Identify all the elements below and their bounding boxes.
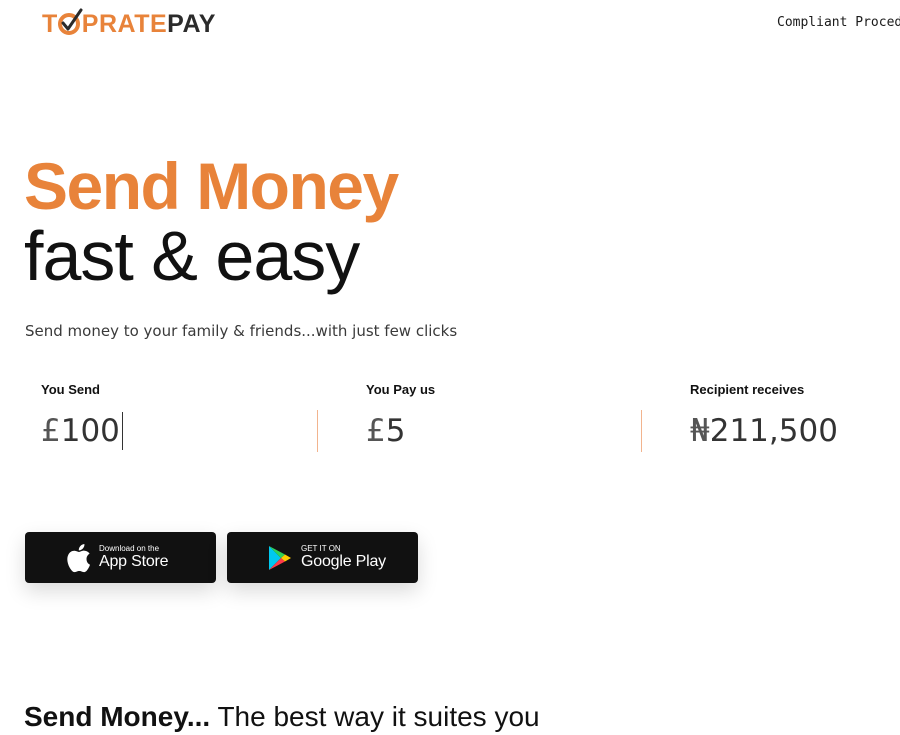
nav-link-compliant-procedure[interactable]: Compliant Proced	[777, 15, 900, 30]
hero-tagline: Send money to your family & friends...wi…	[25, 322, 458, 340]
recipient-receives-currency: ₦	[690, 413, 710, 449]
you-pay-us-value: £ 5	[366, 411, 435, 451]
app-store-button[interactable]: Download on the App Store	[25, 532, 216, 583]
google-play-text: GET IT ON Google Play	[301, 544, 386, 571]
app-store-text: Download on the App Store	[99, 544, 169, 571]
you-send-label: You Send	[41, 382, 100, 397]
hero-subtitle: fast & easy	[24, 217, 360, 295]
section-heading-rest: The best way it suites you	[210, 701, 540, 732]
logo[interactable]: T PRATE PAY	[42, 8, 216, 39]
google-play-big-text: Google Play	[301, 553, 386, 570]
app-store-big-text: App Store	[99, 553, 169, 570]
you-pay-us-label: You Pay us	[366, 382, 436, 397]
you-pay-us-field: You Pay us £ 5	[366, 382, 435, 451]
google-play-small-text: GET IT ON	[301, 544, 341, 553]
section-heading-bold: Send Money...	[24, 701, 211, 732]
you-pay-us-amount: 5	[385, 413, 406, 449]
logo-check-icon	[57, 8, 83, 36]
logo-text-pay: PAY	[167, 10, 216, 38]
you-send-currency: £	[41, 413, 61, 449]
calculator-divider	[317, 410, 318, 452]
you-pay-us-currency: £	[366, 413, 386, 449]
recipient-receives-value: ₦ 211,500	[690, 411, 838, 451]
text-caret	[121, 412, 123, 450]
logo-text-t: T	[42, 10, 58, 38]
google-play-button[interactable]: GET IT ON Google Play	[227, 532, 418, 583]
hero-title: Send Money	[24, 149, 399, 223]
recipient-receives-field: Recipient receives ₦ 211,500	[690, 382, 838, 451]
section-heading: Send Money... The best way it suites you	[24, 700, 540, 734]
you-send-amount[interactable]: 100	[61, 411, 120, 451]
you-send-input[interactable]: £ 100	[41, 411, 123, 451]
page: T PRATE PAY Compliant Proced Send Money …	[0, 0, 900, 735]
recipient-receives-amount: 211,500	[709, 413, 838, 449]
logo-text-prate: PRATE	[81, 10, 168, 38]
apple-icon	[63, 543, 93, 573]
recipient-receives-label: Recipient receives	[690, 382, 805, 397]
calculator-divider	[641, 410, 642, 452]
app-store-small-text: Download on the	[99, 544, 160, 553]
you-send-field[interactable]: You Send £ 100	[41, 382, 123, 451]
google-play-icon	[265, 545, 295, 571]
